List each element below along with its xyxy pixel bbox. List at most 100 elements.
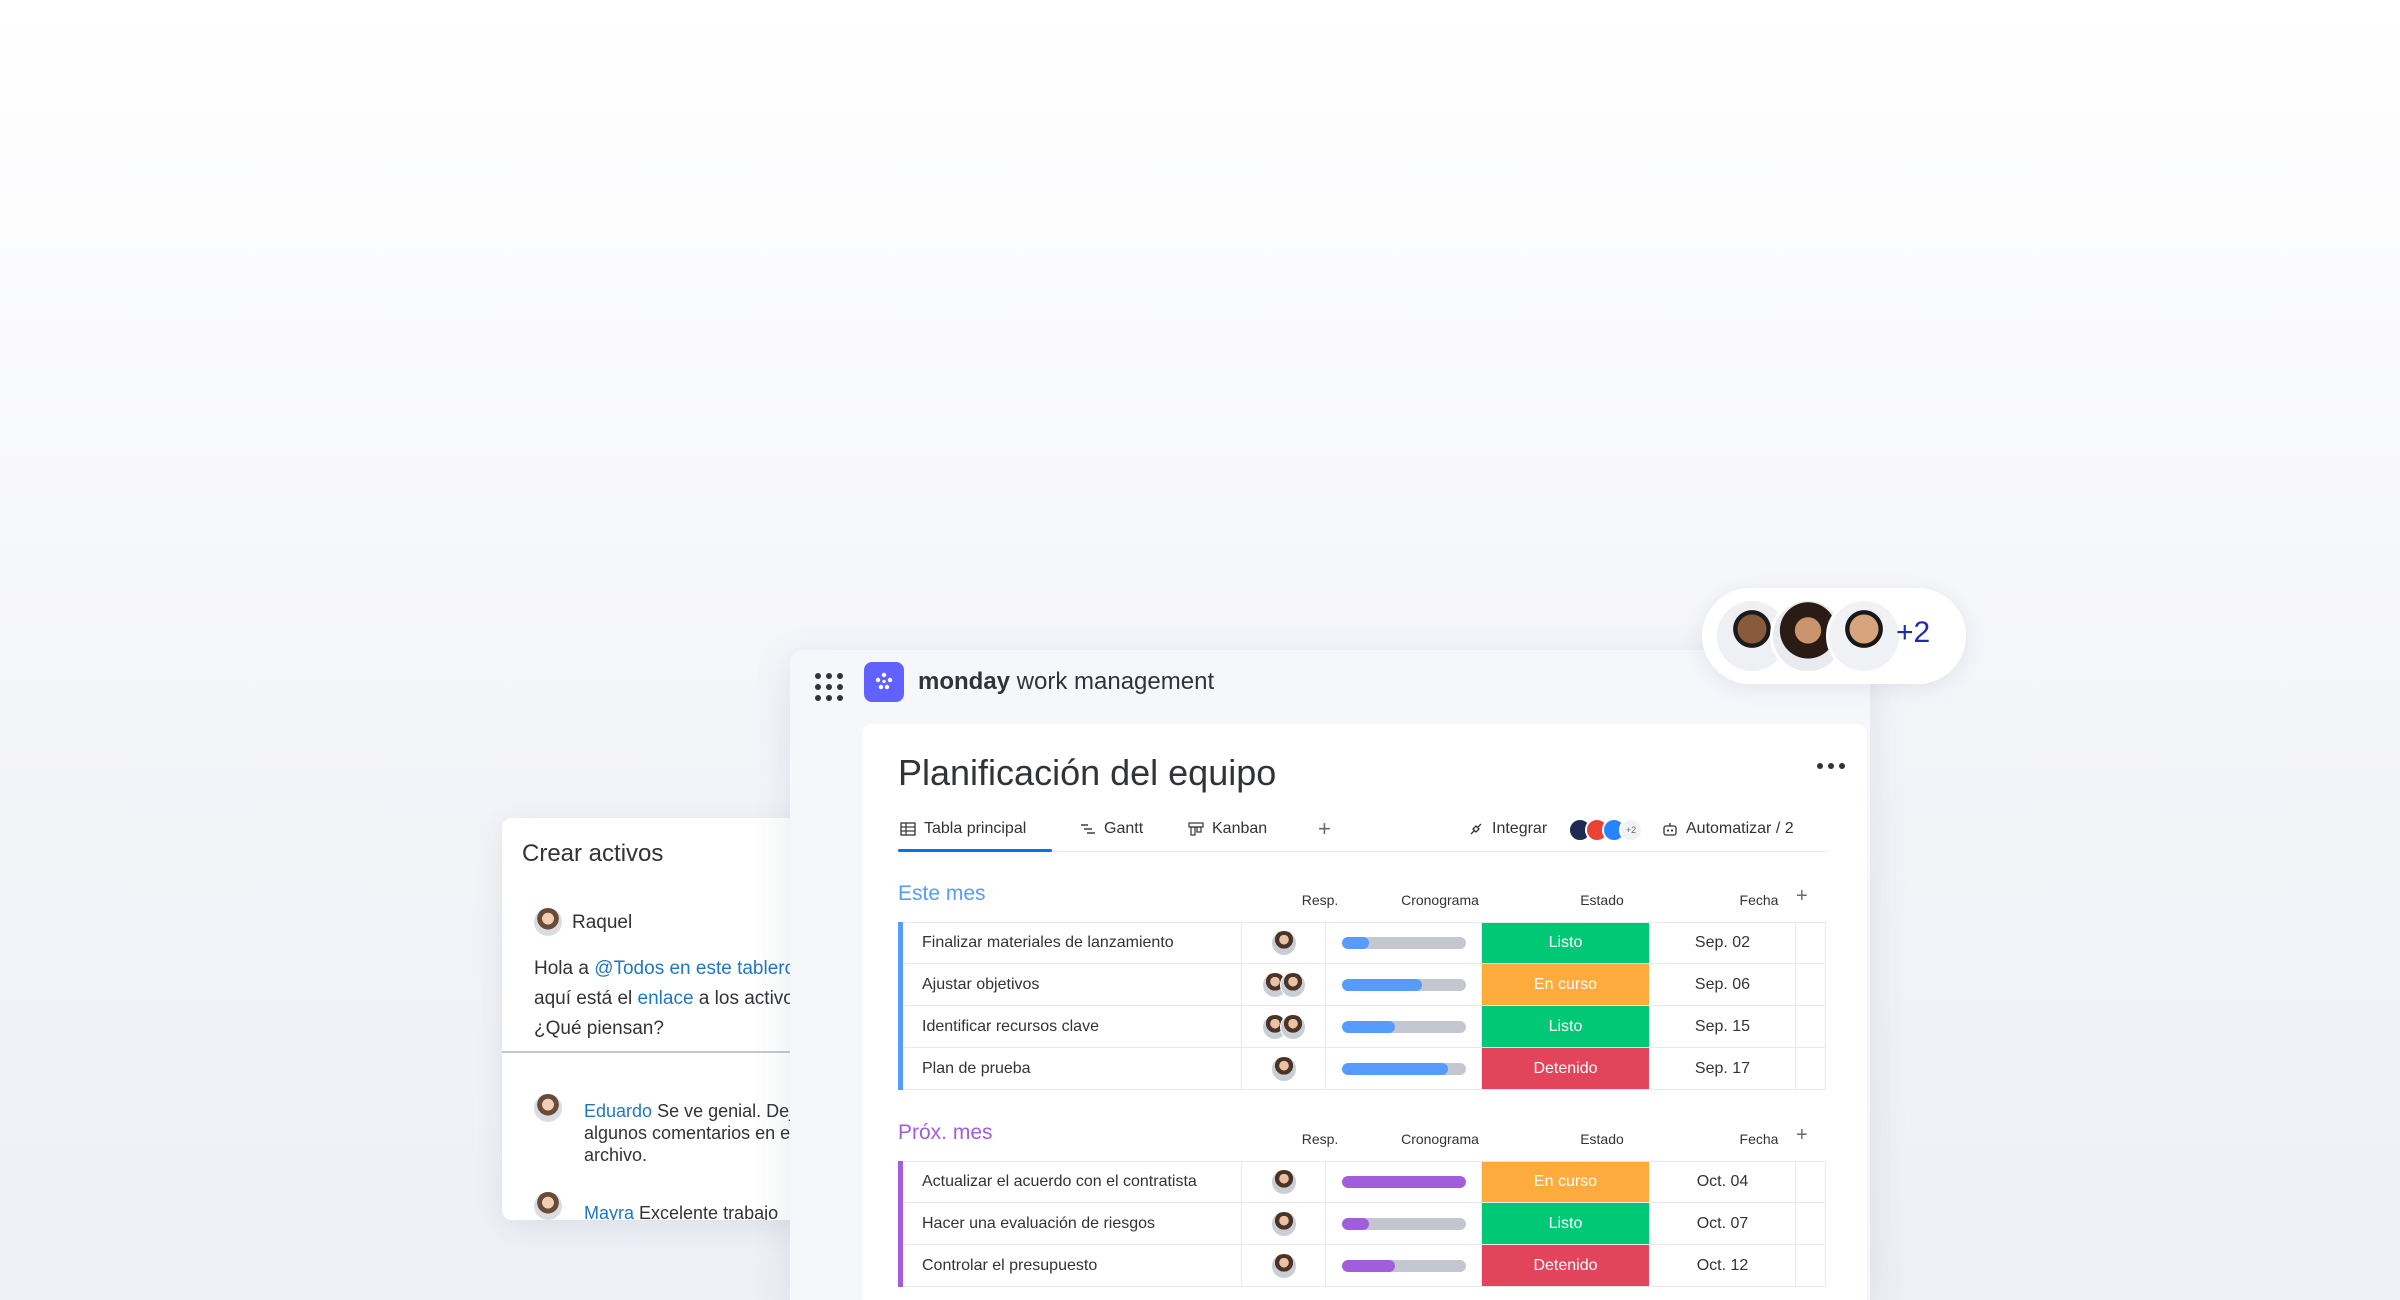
more-options-icon[interactable] <box>1811 754 1851 778</box>
table-row[interactable]: Actualizar el acuerdo con el contratista… <box>898 1161 1826 1203</box>
reply-text: algunos comentarios en el <box>584 1123 795 1143</box>
asset-link[interactable]: enlace <box>638 988 694 1009</box>
mention-link[interactable]: @Todos en este tablero <box>594 958 795 979</box>
column-cronograma: Cronograma <box>1401 892 1479 908</box>
chat-author: Raquel <box>572 912 633 933</box>
kanban-icon <box>1188 822 1204 836</box>
person-avatar <box>1279 971 1306 998</box>
date-cell[interactable]: Oct. 04 <box>1650 1162 1796 1202</box>
timeline-bar <box>1341 1020 1466 1033</box>
status-cell[interactable]: Detenido <box>1482 1245 1650 1286</box>
status-cell[interactable]: Listo <box>1482 1203 1650 1244</box>
timeline-fill <box>1341 1217 1369 1230</box>
view-tabs: Tabla principal Gantt Kanban + Integrar … <box>898 812 1826 852</box>
date-cell[interactable]: Sep. 02 <box>1650 923 1796 963</box>
table-row[interactable]: Controlar el presupuesto Detenido Oct. 12 <box>898 1244 1826 1287</box>
table-row[interactable]: Finalizar materiales de lanzamiento Listo… <box>898 922 1826 964</box>
robot-icon <box>1663 823 1677 836</box>
timeline-fill <box>1341 1259 1395 1272</box>
item-name[interactable]: Hacer una evaluación de riesgos <box>898 1203 1242 1244</box>
column-cronograma: Cronograma <box>1401 1131 1479 1147</box>
item-name[interactable]: Ajustar objetivos <box>898 964 1242 1005</box>
add-column-button[interactable]: + <box>1796 885 1808 908</box>
person-cell[interactable] <box>1242 964 1326 1005</box>
table-row[interactable]: Plan de prueba Detenido Sep. 17 <box>898 1047 1826 1090</box>
reply-mayra: Mayra Excelente trabajo <box>584 1202 778 1220</box>
person-cell[interactable] <box>1242 1048 1326 1089</box>
person-avatar <box>1270 1055 1297 1082</box>
item-name[interactable]: Plan de prueba <box>898 1048 1242 1089</box>
reply-author[interactable]: Mayra <box>584 1203 634 1220</box>
status-cell[interactable]: Listo <box>1482 1006 1650 1047</box>
timeline-cell[interactable] <box>1326 1245 1482 1286</box>
timeline-fill <box>1341 937 1369 949</box>
board: Planificación del equipo Tabla principal… <box>862 724 1867 1300</box>
integrate-button[interactable]: Integrar <box>1468 820 1547 838</box>
timeline-cell[interactable] <box>1326 1203 1482 1244</box>
table-row[interactable]: Identificar recursos clave Listo Sep. 15 <box>898 1005 1826 1048</box>
item-name[interactable]: Finalizar materiales de lanzamiento <box>898 923 1242 963</box>
brand-name: monday work management <box>918 668 1215 695</box>
table-row[interactable]: Ajustar objetivos En curso Sep. 06 <box>898 963 1826 1006</box>
date-cell[interactable]: Sep. 17 <box>1650 1048 1796 1089</box>
person-avatar <box>1270 1210 1297 1237</box>
status-cell[interactable]: Listo <box>1482 923 1650 963</box>
tab-kanban[interactable]: Kanban <box>1188 820 1267 838</box>
timeline-cell[interactable] <box>1326 1162 1482 1202</box>
timeline-fill <box>1341 978 1423 991</box>
timeline-fill <box>1341 1176 1466 1188</box>
add-view-button[interactable]: + <box>1318 816 1331 842</box>
group-color-bar <box>898 963 903 1006</box>
tab-tabla-principal[interactable]: Tabla principal <box>900 820 1026 838</box>
item-name[interactable]: Identificar recursos clave <box>898 1006 1242 1047</box>
reply-eduardo: Eduardo Se ve genial. Dejé algunos comen… <box>584 1100 803 1166</box>
person-cell[interactable] <box>1242 1245 1326 1286</box>
item-name[interactable]: Actualizar el acuerdo con el contratista <box>898 1162 1242 1202</box>
timeline-cell[interactable] <box>1326 1048 1482 1089</box>
person-cell[interactable] <box>1242 1203 1326 1244</box>
empty-cell <box>1796 964 1826 1005</box>
status-cell[interactable]: En curso <box>1482 964 1650 1005</box>
table-row[interactable]: Hacer una evaluación de riesgos Listo Oct.… <box>898 1202 1826 1245</box>
timeline-cell[interactable] <box>1326 1006 1482 1047</box>
date-cell[interactable]: Sep. 06 <box>1650 964 1796 1005</box>
timeline-fill <box>1341 1020 1395 1033</box>
timeline-bar <box>1341 1176 1466 1188</box>
table-icon <box>900 822 916 836</box>
status-cell[interactable]: Detenido <box>1482 1048 1650 1089</box>
collaborator-avatar <box>1826 598 1902 674</box>
group-rows: Finalizar materiales de lanzamiento Listo… <box>898 922 1826 1090</box>
column-resp: Resp. <box>1301 892 1339 908</box>
apps-grid-icon[interactable] <box>810 668 844 702</box>
timeline-cell[interactable] <box>1326 964 1482 1005</box>
group-rows: Actualizar el acuerdo con el contratista… <box>898 1161 1826 1287</box>
timeline-cell[interactable] <box>1326 923 1482 963</box>
group-color-bar <box>898 1244 903 1287</box>
add-column-button[interactable]: + <box>1796 1124 1808 1147</box>
item-name[interactable]: Controlar el presupuesto <box>898 1245 1242 1286</box>
status-cell[interactable]: En curso <box>1482 1162 1650 1202</box>
message-text: Hola a <box>534 958 595 979</box>
person-cell[interactable] <box>1242 1006 1326 1047</box>
person-cell[interactable] <box>1242 1162 1326 1202</box>
integration-badges: +2 <box>1568 818 1643 842</box>
tab-gantt[interactable]: Gantt <box>1080 820 1143 838</box>
plug-icon <box>1470 823 1482 835</box>
reply-text: Excelente trabajo <box>634 1203 779 1220</box>
column-fecha: Fecha <box>1739 1131 1779 1147</box>
timeline-bar <box>1341 1217 1466 1230</box>
group-color-bar <box>898 922 903 964</box>
reply-author[interactable]: Eduardo <box>584 1101 652 1121</box>
collaborator-extra-count: +2 <box>1896 616 1931 649</box>
group-color-bar <box>898 1005 903 1048</box>
active-tab-indicator <box>898 849 1052 852</box>
date-cell[interactable]: Sep. 15 <box>1650 1006 1796 1047</box>
automate-button[interactable]: Automatizar / 2 <box>1662 820 1794 838</box>
date-cell[interactable]: Oct. 07 <box>1650 1203 1796 1244</box>
collaborators[interactable]: +2 <box>1702 588 1966 684</box>
app-window: monday work management Planificación del… <box>790 650 1870 1300</box>
group-title-prox-mes[interactable]: Próx. mes <box>898 1121 993 1145</box>
date-cell[interactable]: Oct. 12 <box>1650 1245 1796 1286</box>
group-title-este-mes[interactable]: Este mes <box>898 882 986 906</box>
person-cell[interactable] <box>1242 923 1326 963</box>
